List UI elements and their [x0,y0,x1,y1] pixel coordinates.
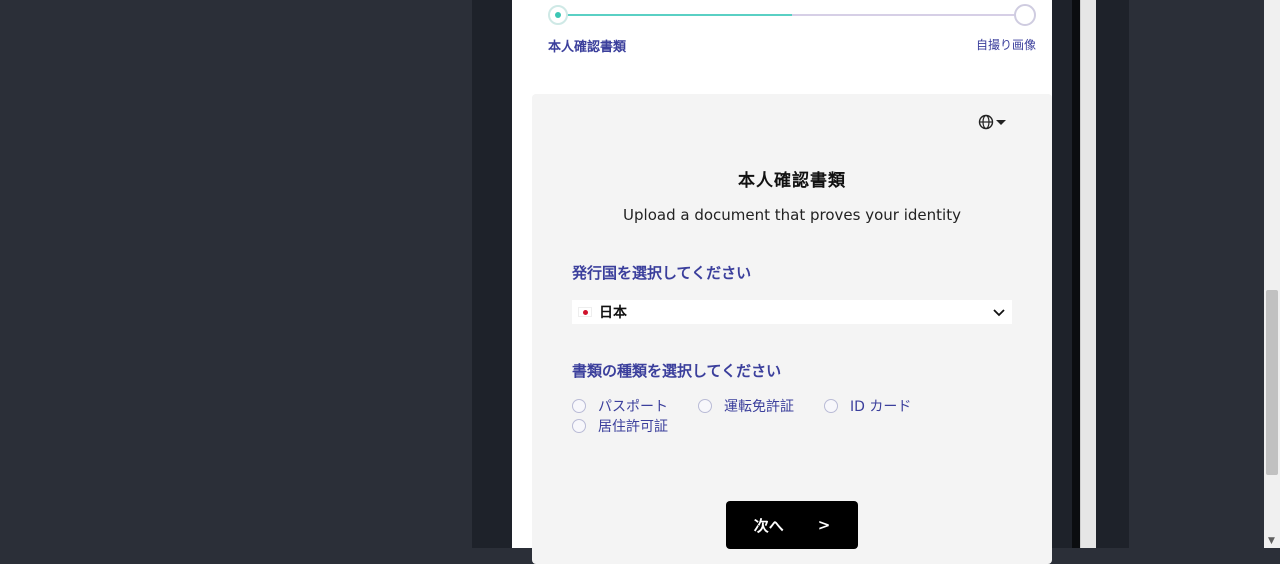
background-stripe [1096,0,1129,548]
country-select[interactable]: 日本 [572,300,1012,324]
stepper-progress [560,14,792,16]
radio-passport[interactable]: パスポート [572,396,668,416]
frame-border-left [472,0,512,548]
caret-down-icon [996,120,1006,125]
page-scrollbar[interactable]: ▼ [1264,0,1280,548]
radio-label: パスポート [598,399,668,415]
radio-label: 運転免許証 [724,399,794,415]
radio-residence-permit[interactable]: 居住許可証 [572,416,668,436]
next-button[interactable]: 次へ > [726,501,858,549]
next-button-label: 次へ [753,516,784,535]
scroll-down-arrow-icon[interactable]: ▼ [1268,536,1275,546]
page-background-right [1096,0,1264,548]
radio-circle[interactable] [698,399,712,413]
stepper-label-step1: 本人確認書類 [548,40,627,55]
card-title: 本人確認書類 [738,171,846,191]
document-card: 本人確認書類 Upload a document that proves you… [532,94,1052,564]
doctype-label: 書類の種類を選択してください [572,362,782,380]
radio-drivers-license[interactable]: 運転免許証 [698,396,794,416]
stepper-label-step2: 自撮り画像 [975,38,1036,52]
country-label: 発行国を選択してください [572,264,752,282]
next-arrow-icon: > [817,516,831,534]
japan-flag-icon [578,307,592,317]
radio-circle[interactable] [824,399,838,413]
country-value: 日本 [599,305,627,321]
scrollbar-thumb[interactable] [1266,290,1278,475]
stepper-dot-step2 [1014,4,1036,26]
language-selector[interactable] [978,112,1012,132]
page-background-left [0,0,472,548]
radio-id-card[interactable]: ID カード [824,396,911,416]
radio-label: ID カード [850,399,912,415]
frame-edge [1072,0,1080,548]
globe-icon [978,114,994,130]
frame-border-right [1052,0,1072,548]
card-subtitle: Upload a document that proves your ident… [623,206,961,224]
radio-label: 居住許可証 [598,419,668,435]
inner-scrollbar[interactable] [1080,0,1097,548]
radio-circle[interactable] [572,419,586,433]
stepper-dot-step1 [548,5,568,25]
radio-circle[interactable] [572,399,586,413]
chevron-down-icon [993,309,1005,317]
verification-panel: 本人確認書類 自撮り画像 本人確認書類 Upload a document th… [512,0,1072,564]
